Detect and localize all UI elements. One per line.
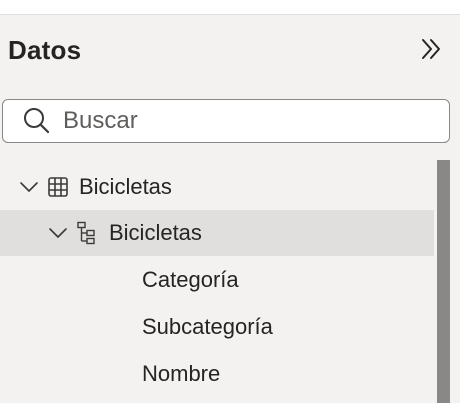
tree-item-level-nombre[interactable]: Nombre — [0, 351, 434, 397]
table-icon — [45, 174, 71, 200]
tree-item-label: Subcategoría — [142, 314, 273, 339]
tree-item-table-bicicletas[interactable]: Bicicletas — [0, 164, 436, 210]
tree-item-level-subcategoria[interactable]: Subcategoría — [0, 304, 434, 350]
chevron-down-icon[interactable] — [16, 174, 42, 200]
hierarchy-icon — [73, 220, 99, 246]
search-box[interactable] — [2, 99, 450, 143]
tree-item-level-categoria[interactable]: Categoría — [0, 257, 434, 303]
chevron-down-icon[interactable] — [45, 220, 71, 246]
search-input[interactable] — [63, 107, 423, 135]
scrollbar-thumb[interactable] — [437, 160, 450, 403]
tree-item-label: Bicicletas — [109, 220, 202, 245]
top-bar — [0, 0, 460, 15]
tree-item-label: Nombre — [142, 361, 221, 386]
pane-title: Datos — [8, 35, 82, 65]
data-pane: Datos Buscar Bicicletas Bicicletas Categ… — [0, 15, 460, 403]
collapse-pane-button[interactable] — [414, 33, 448, 65]
tree-item-hierarchy-bicicletas[interactable]: Bicicletas — [0, 210, 434, 256]
tree-item-label: Bicicletas — [79, 174, 172, 199]
search-icon[interactable] — [19, 104, 53, 138]
tree-item-label: Categoría — [142, 267, 239, 292]
double-chevron-right-icon — [422, 39, 440, 59]
